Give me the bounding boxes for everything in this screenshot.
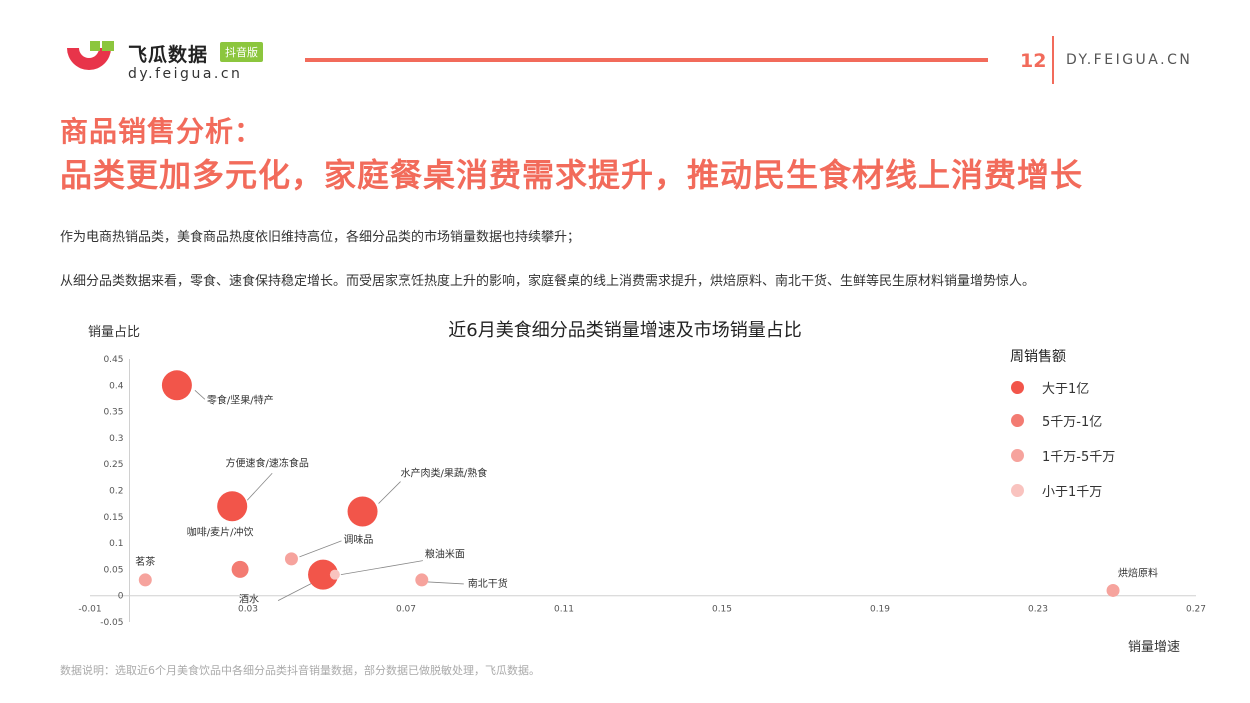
point-label: 方便速食/速冻食品 xyxy=(226,456,309,469)
legend-label: 1千万-5千万 xyxy=(1042,450,1116,465)
leader-line xyxy=(427,581,464,585)
bubble-point xyxy=(231,560,249,578)
y-tick-label: 0.1 xyxy=(109,539,123,549)
data-footnote: 数据说明：选取近6个月美食饮品中各细分品类抖音销量数据，部分数据已做脱敏处理，飞… xyxy=(60,664,540,677)
y-tick-label: 0.2 xyxy=(109,487,123,497)
legend-title: 周销售额 xyxy=(1010,349,1066,365)
legend-swatch xyxy=(1011,414,1024,427)
x-tick-label: 0.23 xyxy=(1028,605,1048,615)
leader-line xyxy=(194,390,206,400)
bubble-point xyxy=(138,573,152,587)
y-tick-label: 0.25 xyxy=(103,460,123,470)
y-tick-label: 0.35 xyxy=(103,408,123,418)
bubble-point xyxy=(217,491,248,522)
leader-line xyxy=(340,560,423,576)
leader-line xyxy=(378,481,401,504)
bubble-point xyxy=(1106,583,1120,597)
y-tick-label: 0.15 xyxy=(103,513,123,523)
x-tick-label: 0.19 xyxy=(870,605,890,615)
bubble-point xyxy=(415,573,429,587)
x-tick-label: -0.01 xyxy=(78,605,101,615)
chart-title: 近6月美食细分品类销量增速及市场销量占比 xyxy=(448,320,802,341)
point-label: 咖啡/麦片/冲饮 xyxy=(187,525,254,538)
point-label: 烘焙原料 xyxy=(1118,566,1158,579)
legend-label: 大于1亿 xyxy=(1042,382,1090,397)
bubble-point xyxy=(284,552,298,566)
x-tick-label: 0.07 xyxy=(396,605,416,615)
legend-swatch xyxy=(1011,449,1024,462)
y-tick-label: 0.05 xyxy=(103,565,123,575)
bubble-point xyxy=(347,496,378,527)
point-label: 酒水 xyxy=(239,594,259,606)
legend-swatch xyxy=(1011,484,1024,497)
point-label: 零食/坚果/特产 xyxy=(207,393,274,406)
y-axis-label: 销量占比 xyxy=(88,325,141,340)
leader-line xyxy=(299,540,342,558)
x-axis-label: 销量增速 xyxy=(1128,640,1181,655)
leader-line xyxy=(277,582,314,602)
legend-label: 5千万-1亿 xyxy=(1042,415,1103,430)
legend-label: 小于1千万 xyxy=(1042,485,1103,500)
y-tick-label: 0.45 xyxy=(103,355,123,365)
y-tick-label: 0 xyxy=(118,592,124,602)
x-tick-label: 0.03 xyxy=(238,605,258,615)
bubble-point xyxy=(329,569,340,580)
bubble-point xyxy=(161,370,192,401)
point-label: 南北干货 xyxy=(468,577,508,590)
y-tick-label: 0.3 xyxy=(109,434,123,444)
x-tick-label: 0.11 xyxy=(554,605,574,615)
point-label: 茗茶 xyxy=(135,555,155,568)
point-label: 粮油米面 xyxy=(425,548,465,561)
x-tick-label: 0.27 xyxy=(1186,605,1206,615)
y-tick-label: -0.05 xyxy=(100,618,123,628)
y-tick-label: 0.4 xyxy=(109,381,124,391)
point-label: 水产肉类/果蔬/熟食 xyxy=(401,467,488,480)
x-tick-label: 0.15 xyxy=(712,605,732,615)
point-label: 调味品 xyxy=(343,534,373,546)
leader-line xyxy=(246,473,273,501)
legend-swatch xyxy=(1011,381,1024,394)
